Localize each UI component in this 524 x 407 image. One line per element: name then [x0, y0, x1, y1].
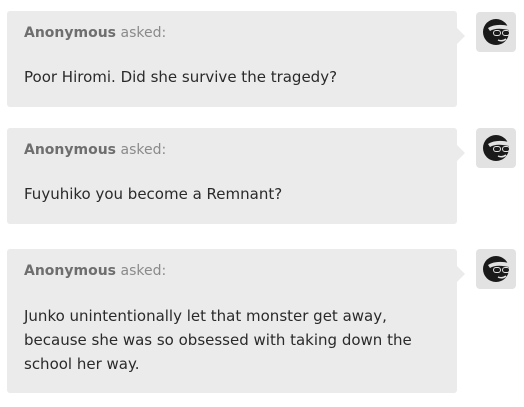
avatar[interactable]	[476, 249, 516, 289]
question-text: Poor Hiromi. Did she survive the tragedy…	[24, 68, 338, 86]
question-text: Fuyuhiko you become a Remnant?	[24, 185, 283, 203]
sunglasses-face-icon	[483, 135, 510, 161]
ask-bubble: Anonymous asked: Fuyuhiko you become a R…	[7, 128, 465, 224]
asker-line: Anonymous asked:	[24, 142, 166, 158]
asker-line: Anonymous asked:	[24, 25, 166, 41]
asker-name[interactable]: Anonymous	[24, 25, 116, 41]
asker-line: Anonymous asked:	[24, 263, 166, 279]
avatar[interactable]	[476, 12, 516, 52]
ask-bubble: Anonymous asked: Poor Hiromi. Did she su…	[7, 11, 465, 107]
ask-bubble: Anonymous asked: Junko unintentionally l…	[7, 249, 465, 393]
question-text: Junko unintentionally let that monster g…	[24, 307, 412, 373]
asker-suffix: asked:	[120, 263, 167, 279]
sunglasses-face-icon	[483, 19, 510, 45]
avatar[interactable]	[476, 128, 516, 168]
asker-suffix: asked:	[120, 142, 167, 158]
asker-suffix: asked:	[120, 25, 167, 41]
sunglasses-face-icon	[483, 256, 510, 282]
asker-name[interactable]: Anonymous	[24, 142, 116, 158]
asker-name[interactable]: Anonymous	[24, 263, 116, 279]
